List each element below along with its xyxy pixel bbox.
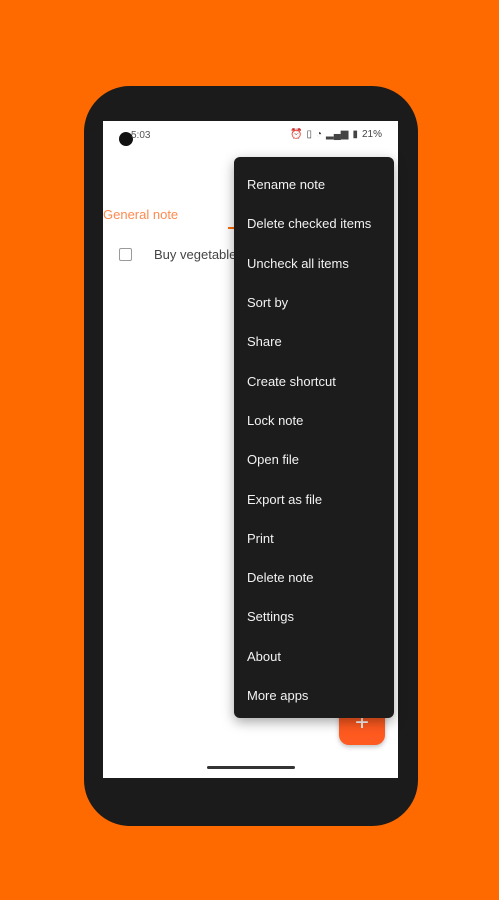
home-indicator[interactable] (207, 766, 295, 769)
battery-icon: ▮ (352, 129, 358, 140)
battery-percent: 21% (361, 129, 382, 140)
list-item[interactable]: Buy vegetables (119, 247, 243, 262)
menu-item-rename-note[interactable]: Rename note (234, 165, 394, 204)
menu-item-settings[interactable]: Settings (234, 597, 394, 636)
menu-item-export-as-file[interactable]: Export as file (234, 479, 394, 518)
menu-item-lock-note[interactable]: Lock note (234, 401, 394, 440)
menu-item-sort-by[interactable]: Sort by (234, 283, 394, 322)
menu-item-create-shortcut[interactable]: Create shortcut (234, 361, 394, 400)
status-icons: ⏰ ▯ ◔ ▂▄▆ ▮ 21% (290, 129, 382, 140)
menu-item-about[interactable]: About (234, 637, 394, 676)
signal-icon: ▂▄▆ (326, 129, 349, 140)
status-time: 5:03 (131, 130, 151, 141)
menu-item-delete-checked-items[interactable]: Delete checked items (234, 204, 394, 243)
alarm-icon: ⏰ (289, 129, 303, 140)
menu-item-delete-note[interactable]: Delete note (234, 558, 394, 597)
menu-item-share[interactable]: Share (234, 322, 394, 361)
item-text: Buy vegetables (154, 247, 243, 262)
menu-item-print[interactable]: Print (234, 519, 394, 558)
menu-item-more-apps[interactable]: More apps (234, 676, 394, 715)
wifi-icon: ◔ (315, 129, 322, 140)
item-checkbox[interactable] (119, 248, 132, 261)
menu-item-uncheck-all-items[interactable]: Uncheck all items (234, 244, 394, 283)
tab-general-note[interactable]: General note (103, 207, 178, 222)
overflow-menu: Rename note Delete checked items Uncheck… (234, 157, 394, 718)
vibrate-icon: ▯ (306, 129, 312, 140)
menu-item-open-file[interactable]: Open file (234, 440, 394, 479)
